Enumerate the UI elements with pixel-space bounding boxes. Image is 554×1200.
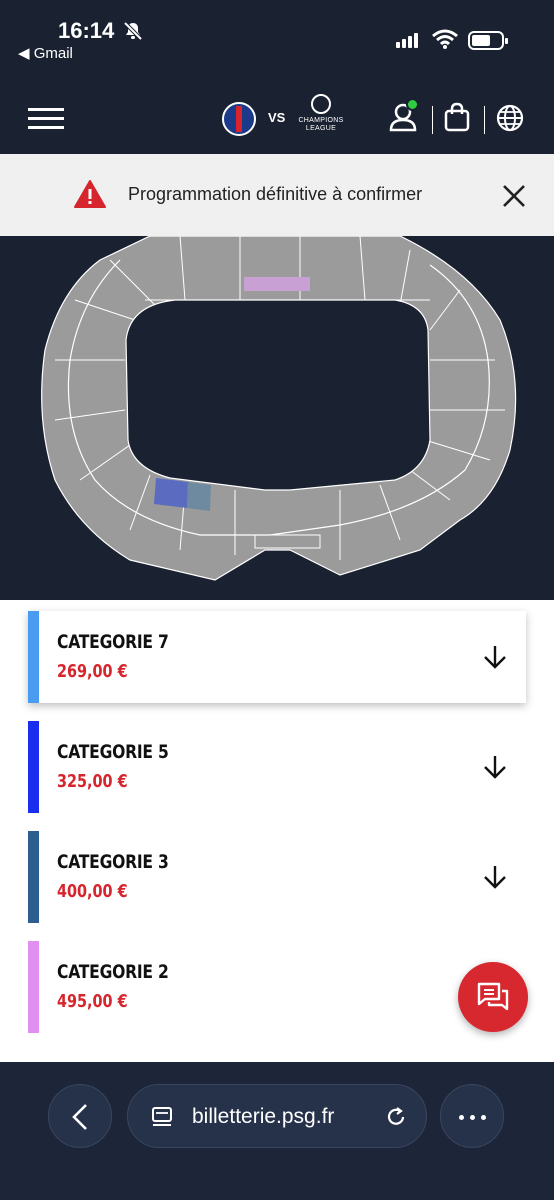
address-bar[interactable]: billetterie.psg.fr xyxy=(127,1084,427,1148)
category-color-bar xyxy=(28,941,39,1033)
header-divider xyxy=(484,106,485,134)
status-time: 16:14 xyxy=(58,18,115,43)
reload-icon[interactable] xyxy=(384,1105,408,1129)
versus-label: VS xyxy=(268,110,286,125)
shopping-bag-icon[interactable] xyxy=(444,102,470,132)
champions-league-logo: CHAMPIONS LEAGUE xyxy=(296,94,346,138)
pitch-area xyxy=(125,299,431,491)
section-categorie-3[interactable] xyxy=(187,482,211,511)
category-name: CATEGORIE 7 xyxy=(57,631,169,653)
category-item-2[interactable]: CATEGORIE 2 495,00 € xyxy=(28,941,526,1033)
close-icon[interactable] xyxy=(500,182,528,210)
section-categorie-5[interactable] xyxy=(154,478,188,508)
bell-off-icon xyxy=(123,21,143,41)
page-menu-icon[interactable] xyxy=(150,1105,174,1129)
logged-in-status-dot xyxy=(406,98,419,111)
header-divider xyxy=(432,106,433,134)
stadium-seat-map[interactable] xyxy=(0,236,554,600)
browser-back-button[interactable] xyxy=(48,1084,112,1148)
category-item-3[interactable]: CATEGORIE 3 400,00 € xyxy=(28,831,526,923)
notice-text: Programmation définitive à confirmer xyxy=(128,184,423,204)
category-price: 325,00 € xyxy=(57,771,128,792)
back-to-gmail-link[interactable]: ◀ Gmail xyxy=(18,44,73,62)
warning-icon xyxy=(74,180,106,208)
category-item-7[interactable]: CATEGORIE 7 269,00 € xyxy=(28,611,526,703)
chat-bubbles-icon xyxy=(477,982,509,1011)
category-color-bar xyxy=(28,721,39,813)
category-price: 400,00 € xyxy=(57,881,128,902)
category-color-bar xyxy=(28,611,39,703)
category-name: CATEGORIE 3 xyxy=(57,851,169,873)
category-color-bar xyxy=(28,831,39,923)
chevron-left-icon xyxy=(72,1104,87,1130)
category-name: CATEGORIE 5 xyxy=(57,741,169,763)
category-price: 495,00 € xyxy=(57,991,128,1012)
hamburger-menu-icon[interactable] xyxy=(28,108,64,129)
battery-icon xyxy=(468,31,508,50)
wifi-icon xyxy=(432,29,458,49)
chat-support-button[interactable] xyxy=(458,962,528,1032)
url-text: billetterie.psg.fr xyxy=(192,1105,335,1128)
more-options-button[interactable] xyxy=(440,1084,504,1148)
category-item-5[interactable]: CATEGORIE 5 325,00 € xyxy=(28,721,526,813)
arrow-down-icon[interactable] xyxy=(482,644,508,670)
browser-toolbar: billetterie.psg.fr xyxy=(0,1062,554,1200)
arrow-down-icon[interactable] xyxy=(482,864,508,890)
section-categorie-2[interactable] xyxy=(244,277,310,291)
category-price: 269,00 € xyxy=(57,661,128,682)
language-globe-icon[interactable] xyxy=(496,104,524,132)
category-name: CATEGORIE 2 xyxy=(57,961,169,983)
site-header: VS CHAMPIONS LEAGUE xyxy=(0,70,554,154)
cellular-signal-icon xyxy=(396,33,418,48)
psg-logo xyxy=(222,102,256,136)
schedule-notice-banner: Programmation définitive à confirmer xyxy=(0,154,554,236)
arrow-down-icon[interactable] xyxy=(482,754,508,780)
status-bar: 16:14 ◀ Gmail xyxy=(0,0,554,70)
